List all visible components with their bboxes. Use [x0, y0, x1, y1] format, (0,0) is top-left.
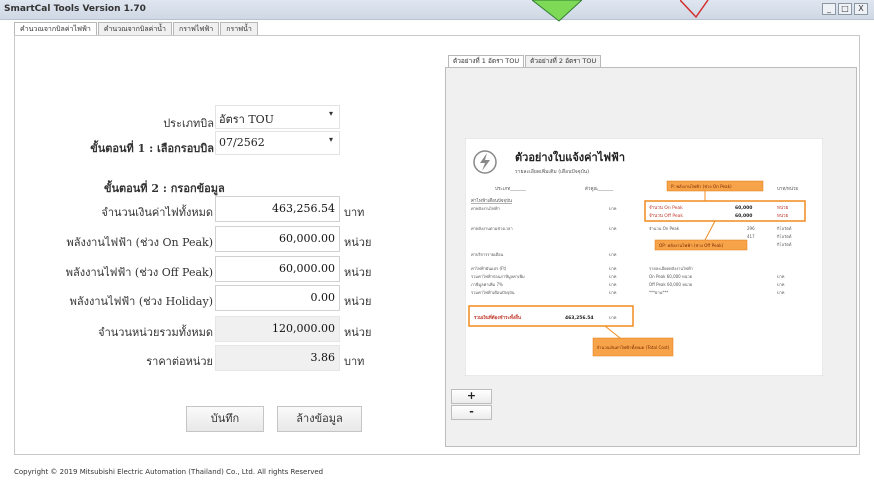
main-tabs: คำนวณจากบิลค่าไฟฟ้า คำนวณจากบิลค่าน้ำ กร… [14, 22, 259, 35]
callout-off-peak-text: OP: พลังงานไฟฟ้า (ช่วง Off Peak) [659, 242, 724, 248]
on-peak-label: พลังงานไฟฟ้า (ช่วง On Peak) [66, 236, 213, 249]
bill-unit-baht: บาท [609, 290, 617, 295]
green-arrow-shape [532, 0, 582, 22]
bill-unit-baht: บาท [609, 266, 617, 271]
bill-header-mid: ตัวคูณ_______ [585, 186, 614, 192]
copyright-footer: Copyright © 2019 Mitsubishi Electric Aut… [14, 468, 324, 476]
dropdown-arrow-icon: ▾ [328, 109, 333, 118]
bill-right-star: ***ผ่าน*** [649, 290, 668, 295]
tab-water-graph[interactable]: กราฟน้ำ [220, 22, 258, 35]
bill-type-value: อัตรา TOU [219, 113, 274, 126]
dropdown-arrow-icon: ▾ [328, 135, 333, 144]
bill-unit-word: หน่วย [777, 213, 789, 219]
holiday-label: พลังงานไฟฟ้า (ช่วง Holiday) [69, 295, 213, 308]
bill-type-dropdown[interactable]: อัตรา TOU ▾ [215, 105, 340, 129]
step1-label: ขั้นตอนที่ 1 : เลือกรอบบิล [90, 142, 214, 155]
tab-electric-bill[interactable]: คำนวณจากบิลค่าไฟฟ้า [14, 22, 97, 35]
on-peak-field[interactable]: 60,000.00 [215, 226, 340, 252]
holiday-unit: หน่วย [344, 295, 372, 308]
title-bar: SmartCal Tools Version 1.70 _ □ X [0, 0, 874, 20]
bill-title: ตัวอย่างใบแจ้งค่าไฟฟ้า [515, 150, 625, 164]
bill-left-row: ค่าพลังงานไฟฟ้า [471, 206, 500, 211]
total-amount-label: จำนวนเงินค่าไฟทั้งหมด [101, 206, 213, 219]
holiday-field[interactable]: 0.00 [215, 285, 340, 311]
on-peak-unit: หน่วย [344, 236, 372, 249]
bill-unit-baht: บาท [609, 252, 617, 257]
clear-button[interactable]: ล้างข้อมูล [277, 406, 362, 432]
bill-unit-baht: บาท [777, 290, 785, 295]
total-amount-field[interactable]: 463,256.54 [215, 196, 340, 222]
bill-unit-baht: บาท [609, 226, 617, 231]
bill-cycle-value: 07/2562 [219, 136, 265, 149]
close-button[interactable]: X [854, 3, 868, 15]
step2-label: ขั้นตอนที่ 2 : กรอกข้อมูล [104, 182, 225, 195]
bill-unit-baht: บาท [777, 274, 785, 279]
tab-sample-2[interactable]: ตัวอย่างที่ 2 อัตรา TOU [525, 55, 602, 67]
bill-kw-unit: กิโลวัตต์ [776, 226, 791, 231]
total-amount-unit: บาท [344, 206, 365, 219]
bill-on-peak-row: จำนวน On Peak [649, 204, 683, 211]
bill-left-row: ค่าพลังงานตามช่วงเวลา [471, 226, 513, 231]
price-per-unit-label: ราคาต่อหน่วย [146, 355, 213, 368]
window-controls: _ □ X [822, 3, 868, 15]
bill-subtitle: รายละเอียดเพิ่มเติม (เดือนปัจจุบัน) [515, 168, 589, 175]
sample-bill-image: ตัวอย่างใบแจ้งค่าไฟฟ้า รายละเอียดเพิ่มเต… [465, 138, 823, 376]
bill-unit-baht: บาท [609, 282, 617, 287]
tab-sample-1[interactable]: ตัวอย่างที่ 1 อัตรา TOU [448, 55, 525, 67]
red-arrow-shape [680, 0, 709, 19]
off-peak-label: พลังงานไฟฟ้า (ช่วง Off Peak) [65, 266, 213, 279]
price-per-unit-field: 3.86 [215, 345, 340, 371]
save-button[interactable]: บันทึก [186, 406, 264, 432]
window-title: SmartCal Tools Version 1.70 [4, 4, 146, 14]
bill-on-peak-amount: 60,000 [735, 205, 752, 211]
bill-unit-baht: บาท [777, 282, 785, 287]
total-units-unit: หน่วย [344, 326, 372, 339]
bill-off-peak-row: จำนวน Off Peak [649, 212, 683, 219]
bill-type-label: ประเภทบิล [163, 117, 214, 130]
zoom-in-button[interactable]: + [451, 389, 492, 404]
bill-unit-baht: บาท [609, 274, 617, 279]
bill-right-note: รายละเอียดพลังงานไฟฟ้า [649, 266, 693, 271]
off-peak-field[interactable]: 60,000.00 [215, 256, 340, 282]
bill-header-left: ประเภท_______ [495, 186, 527, 192]
callout-total-text: จำนวนเงินค่าไฟฟ้าทั้งหมด (Total Cost) [597, 344, 670, 350]
price-per-unit-unit: บาท [344, 355, 365, 368]
bill-on-peak2-amount: 296 [747, 226, 755, 231]
bill-total-value: 463,256.54 [565, 315, 593, 321]
off-peak-unit: หน่วย [344, 266, 372, 279]
tab-water-bill[interactable]: คำนวณจากบิลค่าน้ำ [97, 22, 172, 35]
bill-right-onpeak: On Peak 60,000 หน่วย [649, 274, 692, 279]
callout-on-peak-text: P: พลังงานไฟฟ้า (ช่วง On Peak) [671, 183, 732, 189]
bill-left-row: ค่าบริการรายเดือน [471, 252, 504, 257]
bill-kw-amount: 417 [747, 234, 755, 239]
bill-kw-unit: กิโลวัตต์ [776, 242, 791, 247]
bill-unit-baht: บาท [609, 206, 617, 211]
bill-right-offpeak: Off Peak 60,000 หน่วย [649, 282, 692, 287]
maximize-button[interactable]: □ [838, 3, 852, 15]
bill-unit-word: หน่วย [777, 205, 789, 211]
tab-electric-graph[interactable]: กราฟไฟฟ้า [172, 22, 220, 35]
bill-section-label: ค่าไฟฟ้าเดือนปัจจุบัน [471, 197, 512, 204]
total-units-label: จำนวนหน่วยรวมทั้งหมด [98, 326, 213, 339]
bill-on-peak2-row: จำนวน On Peak [649, 226, 680, 231]
bill-off-peak-amount: 60,000 [735, 213, 752, 219]
zoom-out-button[interactable]: - [451, 405, 492, 420]
bill-unit-baht: บาท [609, 315, 617, 320]
bill-cycle-dropdown[interactable]: 07/2562 ▾ [215, 131, 340, 155]
sample-tabs: ตัวอย่างที่ 1 อัตรา TOU ตัวอย่างที่ 2 อั… [448, 55, 602, 67]
minimize-button[interactable]: _ [822, 3, 836, 15]
bill-header-right: บาท/หน่วย [777, 186, 798, 192]
total-units-field: 120,000.00 [215, 316, 340, 342]
bill-kw-unit: กิโลวัตต์ [776, 234, 791, 239]
bill-left-row: ค่าไฟฟ้าผันแปร (Ft) [471, 266, 507, 271]
